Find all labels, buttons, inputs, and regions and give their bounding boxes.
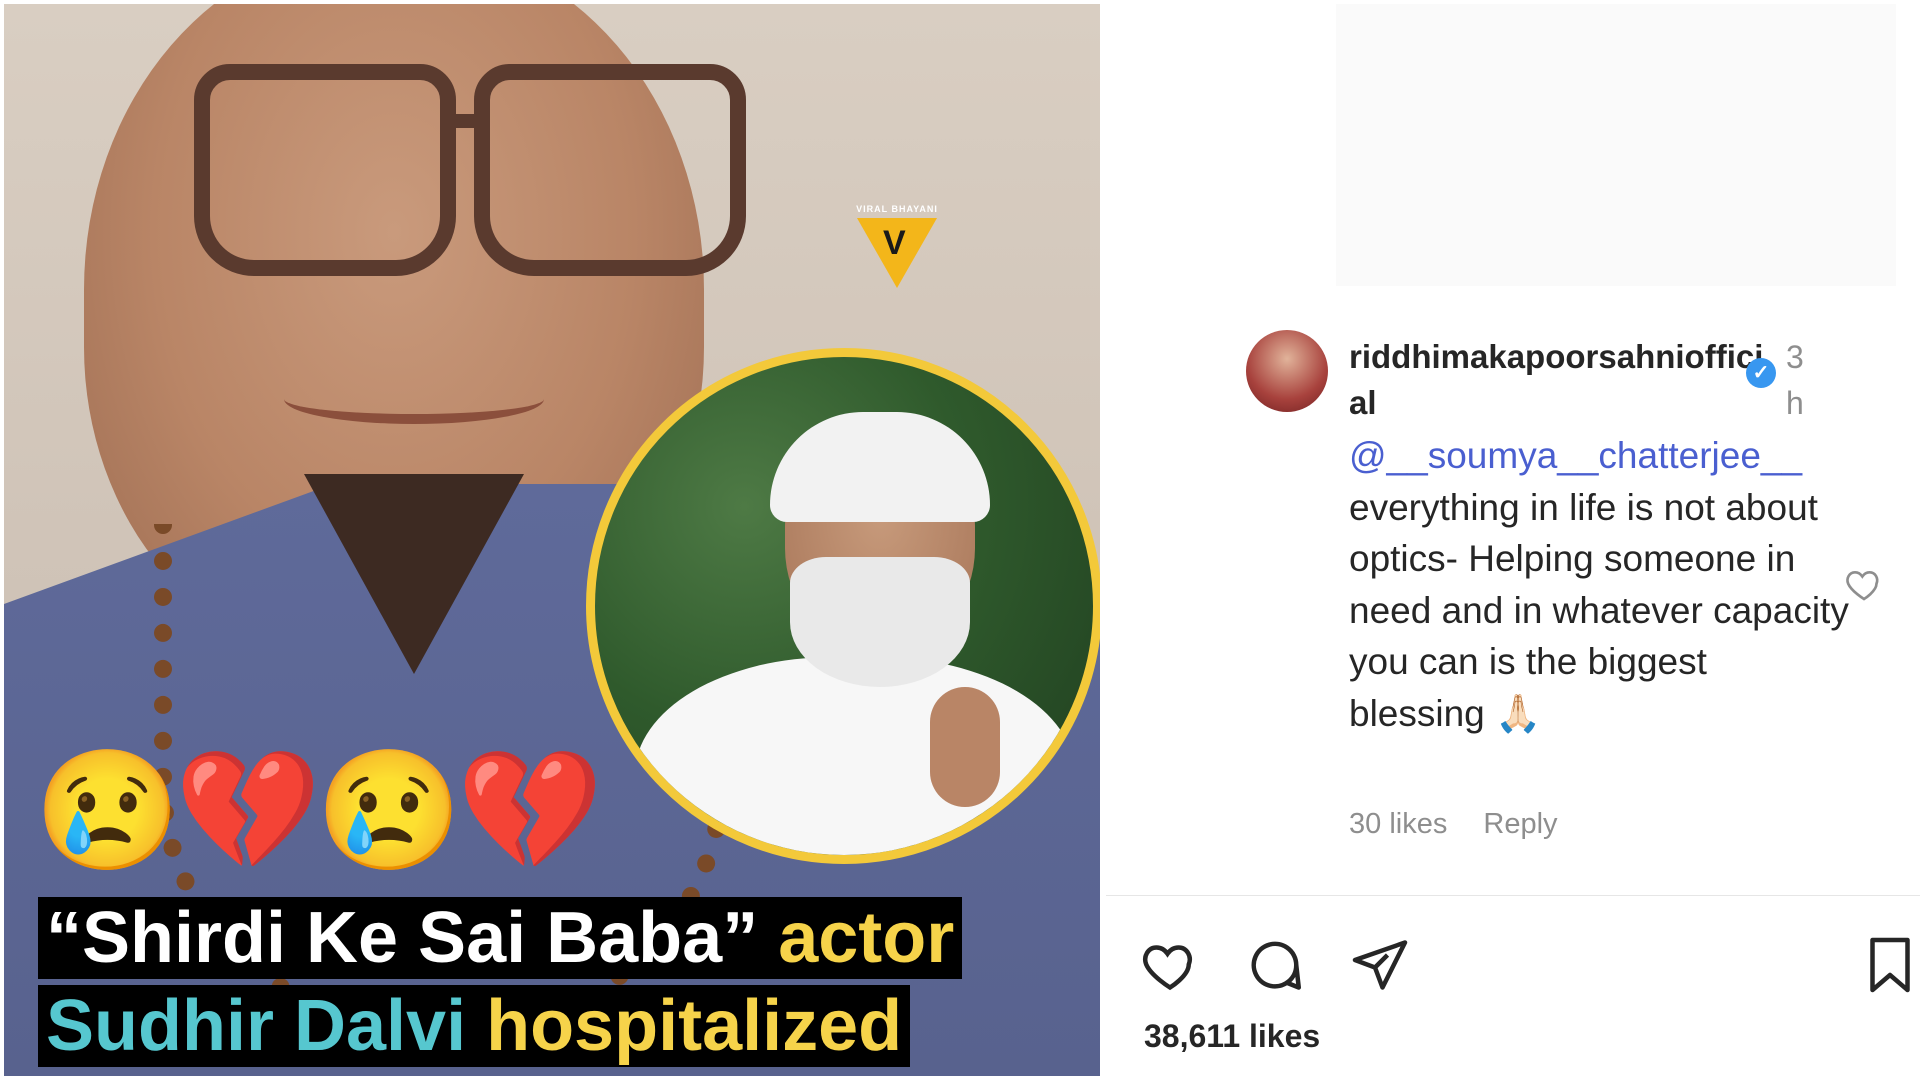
glasses-right-lens bbox=[474, 64, 746, 276]
bookmark-icon[interactable] bbox=[1860, 935, 1920, 995]
headline-name: Sudhir Dalvi bbox=[46, 986, 467, 1066]
comment-bubble-icon[interactable] bbox=[1245, 935, 1305, 995]
portrait-smile bbox=[284, 374, 544, 424]
brand-mark: V bbox=[883, 224, 906, 262]
comment-text: @__soumya__chatterjee__ everything in li… bbox=[1349, 430, 1849, 739]
inset-hand bbox=[930, 687, 1000, 807]
headline-quote: “Shirdi Ke Sai Baba” bbox=[46, 898, 759, 978]
inset-turban bbox=[770, 412, 990, 522]
comment-mention[interactable]: @__soumya__chatterjee__ bbox=[1349, 435, 1802, 476]
comment-likes[interactable]: 30 likes bbox=[1349, 808, 1447, 840]
comment-message: everything in life is not about optics- … bbox=[1349, 486, 1849, 734]
brand-logo: VIRAL BHAYANI V bbox=[852, 204, 942, 294]
avatar[interactable] bbox=[1246, 330, 1328, 412]
post-likes-count[interactable]: 38,611 likes bbox=[1144, 1018, 1320, 1055]
post-image[interactable]: VIRAL BHAYANI V 😢💔😢💔 “Shirdi Ke Sai Baba… bbox=[4, 4, 1100, 1076]
headline-hospitalized: hospitalized bbox=[466, 986, 903, 1066]
glasses-left-lens bbox=[194, 64, 456, 276]
divider bbox=[1106, 895, 1920, 896]
inset-beard bbox=[790, 557, 970, 687]
headline-actor: actor bbox=[758, 898, 955, 978]
comment-timestamp[interactable]: 3h bbox=[1786, 334, 1810, 426]
brand-name: VIRAL BHAYANI bbox=[856, 204, 938, 214]
brand-triangle: V bbox=[857, 218, 937, 288]
headline: “Shirdi Ke Sai Baba” actor Sudhir Dalvi … bbox=[38, 897, 963, 1073]
image-placeholder bbox=[1336, 4, 1896, 286]
inset-portrait bbox=[586, 348, 1100, 864]
headline-line-2: Sudhir Dalvi hospitalized bbox=[38, 985, 911, 1067]
verified-badge-icon: ✓ bbox=[1746, 358, 1776, 388]
headline-line-1: “Shirdi Ke Sai Baba” actor bbox=[38, 897, 963, 979]
comment-username[interactable]: riddhimakapoorsahniofficial bbox=[1349, 334, 1769, 426]
like-heart-icon[interactable] bbox=[1140, 935, 1200, 995]
comment-meta: 30 likes Reply bbox=[1349, 808, 1586, 841]
share-icon[interactable] bbox=[1350, 935, 1410, 995]
emoji-row: 😢💔😢💔 bbox=[34, 745, 604, 877]
reply-button[interactable]: Reply bbox=[1483, 808, 1557, 840]
glasses-bridge bbox=[444, 114, 484, 128]
inset-robe bbox=[635, 657, 1075, 855]
comment-heart-icon[interactable] bbox=[1844, 564, 1884, 604]
